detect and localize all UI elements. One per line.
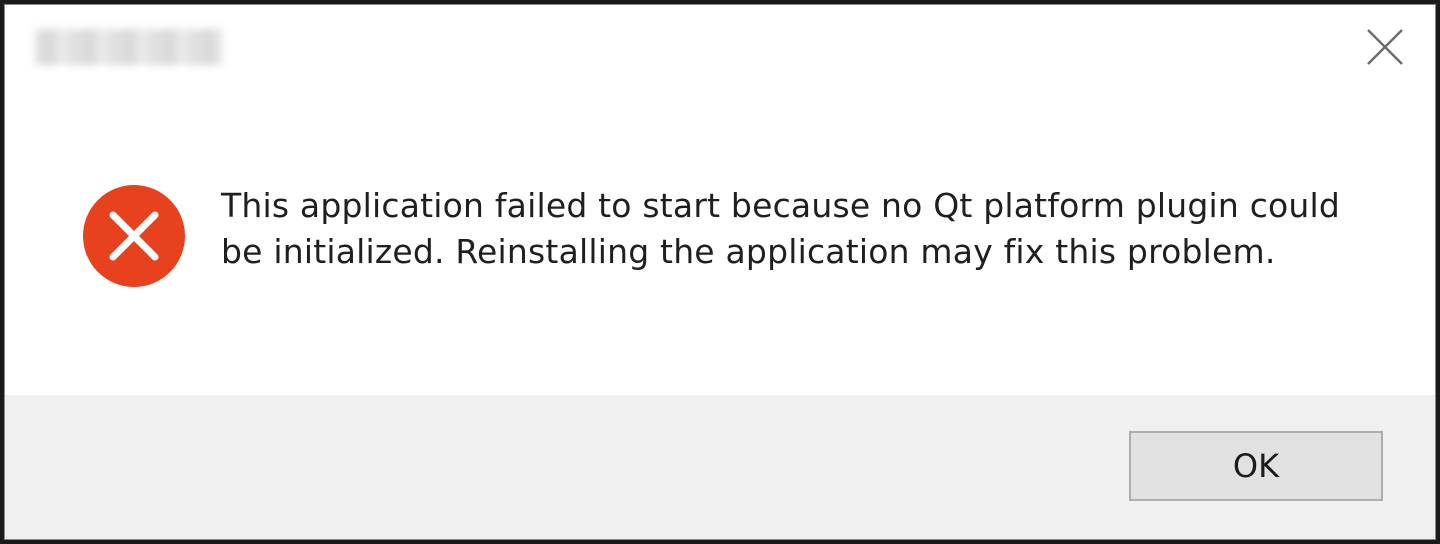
error-message: This application failed to start because… xyxy=(221,186,1341,271)
close-icon xyxy=(1367,29,1403,65)
dialog-content: This application failed to start because… xyxy=(5,85,1435,395)
button-bar: OK xyxy=(5,395,1435,539)
title-bar xyxy=(5,5,1435,85)
close-button[interactable] xyxy=(1355,19,1415,75)
ok-button[interactable]: OK xyxy=(1129,431,1383,501)
error-icon xyxy=(83,185,185,287)
error-dialog: This application failed to start because… xyxy=(4,4,1436,540)
window-title xyxy=(35,29,223,65)
